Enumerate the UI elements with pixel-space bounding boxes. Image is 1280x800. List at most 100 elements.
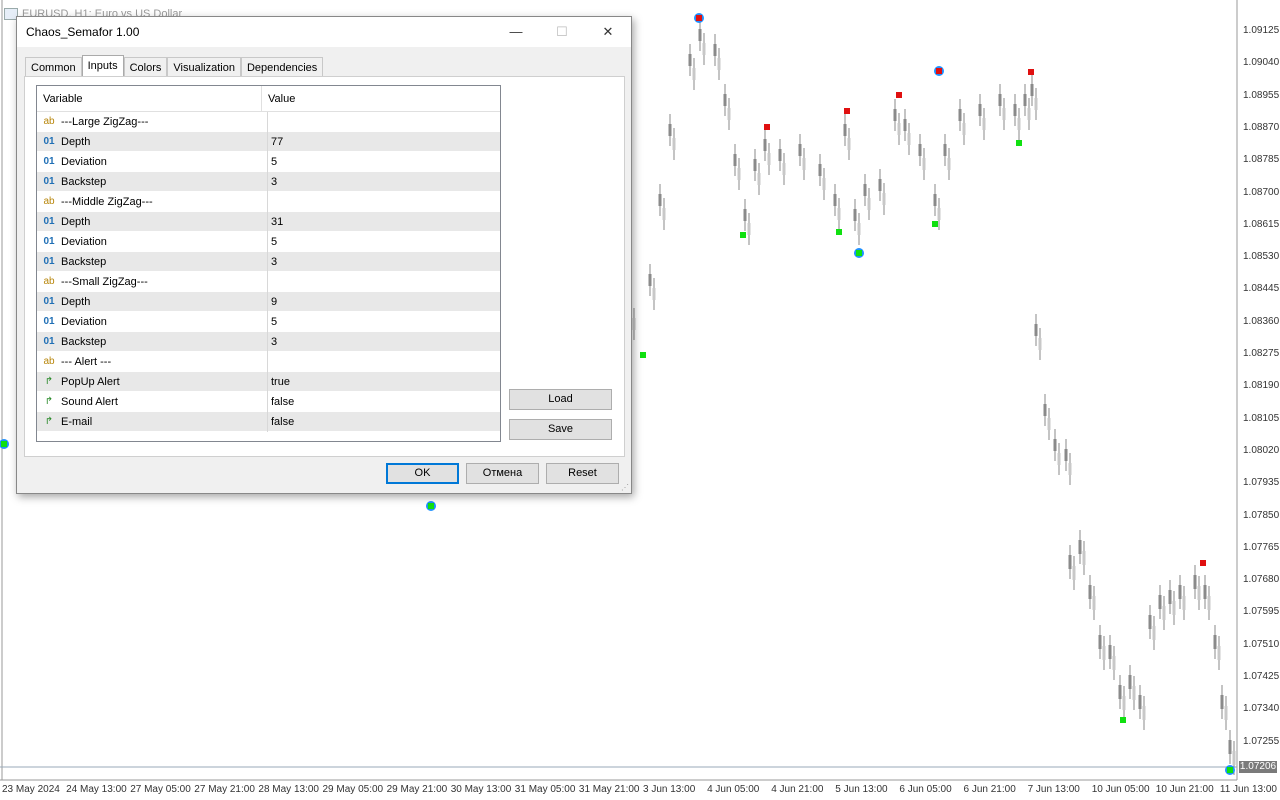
tab-colors[interactable]: Colors (123, 57, 168, 77)
close-button[interactable]: ✕ (585, 17, 631, 47)
candle-body (1132, 686, 1136, 700)
grid-row[interactable]: ↱ E-mail false (37, 411, 500, 432)
price-tick-label: 1.09040 (1243, 57, 1280, 69)
candle-body (648, 274, 652, 286)
value-cell[interactable]: false (268, 396, 294, 408)
candle-body (1203, 585, 1207, 599)
variable-name: ---Small ZigZag--- (61, 275, 148, 288)
grid-row[interactable]: 01 Deviation 5 (37, 151, 500, 172)
minimize-button[interactable]: — (493, 17, 539, 47)
semaphore-marker (740, 232, 746, 238)
column-header-variable[interactable]: Variable (37, 86, 262, 111)
integer-type-icon: 01 (43, 216, 55, 227)
grid-row[interactable]: 01 Depth 9 (37, 291, 500, 312)
integer-type-icon: 01 (43, 156, 55, 167)
variable-cell: ab ---Small ZigZag--- (37, 271, 268, 292)
reset-button[interactable]: Reset (546, 463, 619, 484)
value-cell[interactable]: 5 (268, 236, 277, 248)
inputs-tab-page: Variable Value ab ---Large ZigZag--- 01 Dep… (24, 76, 625, 457)
value-cell[interactable]: 5 (268, 316, 277, 328)
boolean-type-icon: ↱ (44, 396, 54, 407)
maximize-button: ☐ (556, 24, 568, 39)
candle-body (1224, 706, 1228, 720)
value-cell[interactable]: 3 (268, 176, 277, 188)
variable-cell: 01 Backstep (37, 251, 268, 272)
candle-body (1122, 696, 1126, 710)
grid-row[interactable]: ab --- Alert --- (37, 351, 500, 372)
tab-common[interactable]: Common (25, 57, 82, 77)
cancel-button[interactable]: Отмена (466, 463, 539, 484)
candle-body (1148, 615, 1152, 629)
dialog-titlebar[interactable]: Chaos_Semafor 1.00 — ☐ ✕ (17, 17, 631, 47)
value-cell[interactable]: true (268, 376, 290, 388)
grid-row[interactable]: 01 Deviation 5 (37, 231, 500, 252)
grid-row[interactable]: 01 Backstep 3 (37, 251, 500, 272)
candle-body (1158, 595, 1162, 609)
candle-body (658, 194, 662, 206)
tab-dependencies[interactable]: Dependencies (240, 57, 324, 77)
value-cell[interactable]: 3 (268, 256, 277, 268)
candle-body (1078, 540, 1082, 554)
load-button[interactable]: Load (509, 389, 612, 410)
column-header-value[interactable]: Value (262, 86, 500, 111)
time-tick-label: 4 Jun 21:00 (771, 784, 824, 795)
inputs-grid[interactable]: Variable Value ab ---Large ZigZag--- 01 Dep… (36, 85, 501, 442)
time-tick-label: 27 May 05:00 (130, 784, 191, 795)
candle-body (688, 54, 692, 66)
price-tick-label: 1.09125 (1243, 25, 1280, 36)
resize-grip-icon[interactable]: ⋰ (621, 483, 629, 492)
variable-cell: 01 Deviation (37, 151, 268, 172)
candle-body (1193, 575, 1197, 589)
candle-body (878, 179, 882, 191)
integer-type-icon: 01 (43, 256, 55, 267)
value-cell[interactable]: 5 (268, 156, 277, 168)
semaphore-marker (1120, 717, 1126, 723)
grid-body: ab ---Large ZigZag--- 01 Depth 77 01 Deviation… (37, 111, 500, 432)
grid-row[interactable]: ↱ Sound Alert false (37, 391, 500, 412)
candle-body (1053, 439, 1057, 451)
grid-row[interactable]: 01 Depth 31 (37, 211, 500, 232)
value-cell[interactable]: 31 (268, 216, 283, 228)
time-tick-label: 5 Jun 13:00 (835, 784, 888, 795)
value-cell[interactable]: 77 (268, 136, 283, 148)
save-button[interactable]: Save (509, 419, 612, 440)
grid-row[interactable]: ab ---Small ZigZag--- (37, 271, 500, 292)
value-cell[interactable]: false (268, 416, 294, 428)
integer-type-icon: 01 (43, 236, 55, 247)
grid-row[interactable]: ↱ PopUp Alert true (37, 371, 500, 392)
candle-body (1002, 108, 1006, 120)
value-cell[interactable]: 3 (268, 336, 277, 348)
grid-row[interactable]: 01 Backstep 3 (37, 331, 500, 352)
candle-body (713, 44, 717, 56)
candle-body (1064, 449, 1068, 461)
candle-body (1108, 645, 1112, 659)
tab-visualization[interactable]: Visualization (167, 57, 241, 77)
grid-row[interactable]: 01 Deviation 5 (37, 311, 500, 332)
candle-body (863, 184, 867, 196)
price-tick-label: 1.07680 (1243, 574, 1280, 586)
price-tick-label: 1.07850 (1243, 509, 1280, 521)
candle-body (1207, 596, 1211, 610)
indicator-properties-dialog[interactable]: Chaos_Semafor 1.00 — ☐ ✕ Common Inputs C… (16, 16, 632, 494)
variable-name: Deviation (61, 235, 107, 248)
grid-row[interactable]: ab ---Middle ZigZag--- (37, 191, 500, 212)
semaphore-marker (896, 92, 902, 98)
candle-body (1213, 635, 1217, 649)
candle-body (833, 194, 837, 206)
price-tick-label: 1.08105 (1243, 412, 1280, 424)
tab-inputs[interactable]: Inputs (81, 55, 124, 77)
time-tick-label: 10 Jun 21:00 (1155, 784, 1214, 795)
grid-row[interactable]: ab ---Large ZigZag--- (37, 111, 500, 132)
candle-body (702, 43, 706, 55)
value-cell[interactable]: 9 (268, 296, 277, 308)
grid-row[interactable]: 01 Backstep 3 (37, 171, 500, 192)
integer-type-icon: 01 (43, 316, 55, 327)
candle-body (943, 144, 947, 156)
grid-row[interactable]: 01 Depth 77 (37, 131, 500, 152)
ok-button[interactable]: OK (386, 463, 459, 484)
candle-body (1043, 404, 1047, 416)
candle-body (1088, 585, 1092, 599)
candle-body (1178, 585, 1182, 599)
variable-name: --- Alert --- (61, 355, 112, 368)
price-tick-label: 1.07340 (1243, 703, 1280, 715)
